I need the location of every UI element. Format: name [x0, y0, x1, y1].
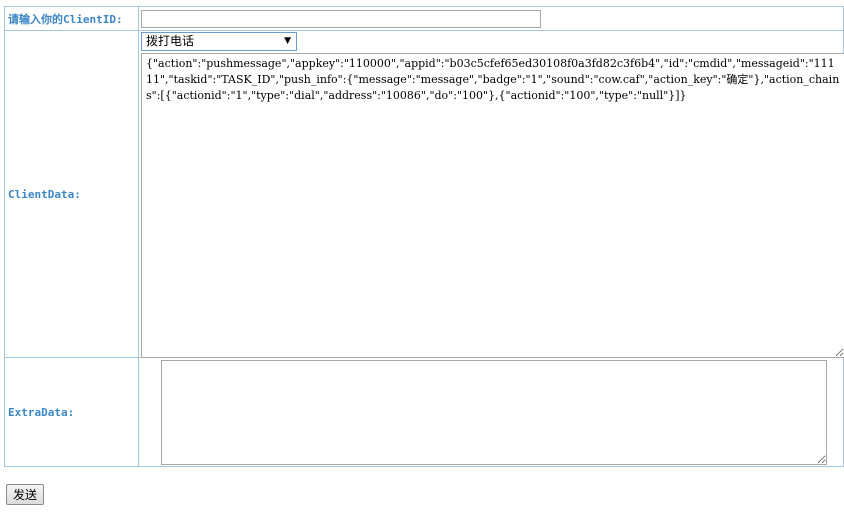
clientdata-textarea[interactable]: {"action":"pushmessage","appkey":"110000…	[141, 53, 844, 358]
clientdata-label: ClientData:	[4, 30, 139, 358]
clientid-cell	[138, 6, 844, 31]
action-type-select[interactable]: 拨打电话 ▼	[141, 32, 297, 51]
clientid-input[interactable]	[141, 9, 541, 28]
clientid-label: 请输入你的ClientID:	[4, 6, 139, 31]
clientdata-cell: 拨打电话 ▼ {"action":"pushmessage","appkey":…	[138, 30, 844, 358]
clientid-row: 请输入你的ClientID:	[4, 6, 844, 31]
push-form-table: 请输入你的ClientID: ClientData: 拨打电话 ▼ {"acti…	[4, 6, 844, 467]
send-button[interactable]: 发送	[6, 484, 45, 505]
extradata-textarea[interactable]	[161, 360, 827, 465]
chevron-down-icon: ▼	[284, 36, 291, 46]
extradata-label: ExtraData:	[4, 357, 139, 467]
clientdata-row: ClientData: 拨打电话 ▼ {"action":"pushmessag…	[4, 30, 844, 358]
extradata-cell	[138, 357, 844, 467]
extradata-row: ExtraData:	[4, 357, 844, 467]
action-type-select-value: 拨打电话	[146, 34, 195, 48]
